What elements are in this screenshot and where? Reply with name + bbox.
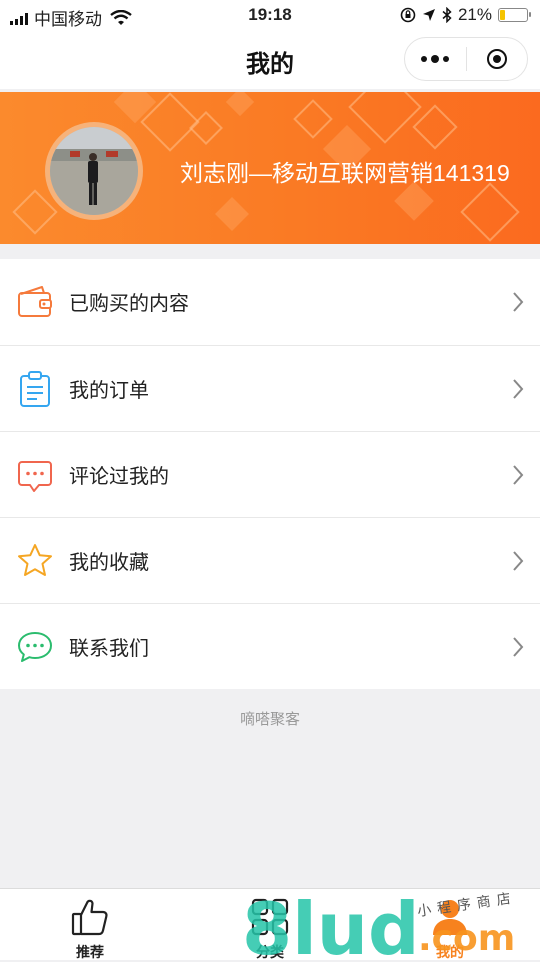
- tab-label: 我的: [436, 944, 464, 960]
- chevron-right-icon: [513, 637, 524, 657]
- more-icon[interactable]: [405, 54, 466, 63]
- menu-item-orders[interactable]: 我的订单: [0, 345, 540, 431]
- battery-level: [500, 10, 505, 20]
- username: 刘志刚—移动互联网营销141319: [180, 160, 510, 186]
- menu-item-contact[interactable]: 联系我们: [0, 603, 540, 689]
- tab-mine[interactable]: 我的: [360, 889, 540, 961]
- tab-label: 推荐: [76, 944, 104, 960]
- chevron-right-icon: [513, 551, 524, 571]
- star-icon: [18, 544, 52, 576]
- battery-icon: [498, 8, 531, 22]
- grid-icon: [251, 898, 289, 936]
- menu-item-label: 联系我们: [69, 638, 149, 660]
- status-bar: 中国移动 19:18 21%: [0, 0, 540, 34]
- orientation-lock-icon: [400, 7, 416, 23]
- bluetooth-icon: [442, 7, 452, 23]
- menu-list: 已购买的内容 我的订单 评论过我的 我的收藏 联系我们: [0, 259, 540, 689]
- thumbs-up-icon: [71, 899, 108, 936]
- chevron-right-icon: [513, 379, 524, 399]
- miniprogram-capsule: [404, 37, 528, 81]
- close-miniprogram-icon[interactable]: [467, 49, 528, 69]
- tab-category[interactable]: 分类: [180, 889, 360, 961]
- comment-icon: [18, 461, 52, 492]
- profile-banner: 刘志刚—移动互联网营销141319: [0, 92, 540, 244]
- menu-item-label: 评论过我的: [69, 466, 169, 488]
- menu-item-label: 我的订单: [69, 380, 149, 402]
- tab-recommend[interactable]: 推荐: [0, 889, 180, 961]
- battery-percent: 21%: [457, 5, 492, 24]
- footer-brand-text: 嘀嗒聚客: [239, 711, 300, 728]
- avatar[interactable]: [45, 122, 143, 220]
- tab-label: 分类: [256, 944, 284, 960]
- chevron-right-icon: [513, 292, 524, 312]
- avatar-photo: [50, 127, 138, 215]
- tab-bar: 推荐 分类 我的: [0, 888, 540, 960]
- menu-item-favorites[interactable]: 我的收藏: [0, 517, 540, 603]
- clipboard-icon: [20, 371, 50, 407]
- status-right: 21%: [400, 5, 531, 25]
- menu-item-label: 我的收藏: [69, 552, 149, 574]
- chat-icon: [18, 632, 52, 662]
- user-icon: [433, 900, 467, 935]
- menu-item-purchased[interactable]: 已购买的内容: [0, 259, 540, 345]
- location-icon: [422, 9, 435, 21]
- menu-item-label: 已购买的内容: [69, 293, 189, 315]
- wallet-icon: [18, 286, 52, 317]
- menu-item-comments[interactable]: 评论过我的: [0, 431, 540, 517]
- chevron-right-icon: [513, 465, 524, 485]
- nav-bar: 我的: [0, 34, 540, 89]
